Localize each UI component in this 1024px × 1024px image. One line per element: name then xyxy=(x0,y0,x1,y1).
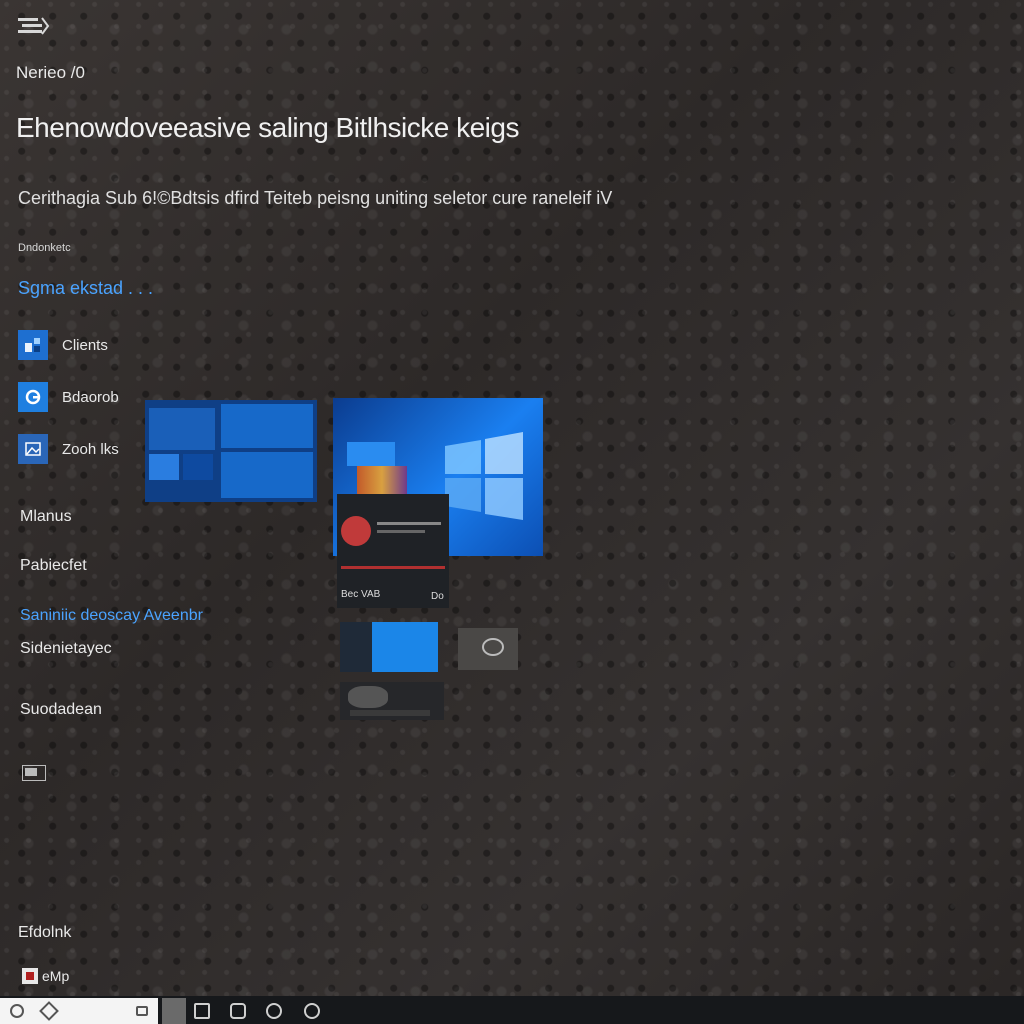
edge-taskbar-icon[interactable] xyxy=(304,1003,320,1019)
page-subtitle: Cerithagia Sub 6!©Bdtsis dfird Teiteb pe… xyxy=(18,188,613,208)
app-logo-icon xyxy=(16,14,50,38)
tile[interactable] xyxy=(149,408,215,450)
camera-icon xyxy=(482,638,504,656)
menu-item-sidenietayec[interactable]: Sidenietayec xyxy=(20,640,112,658)
tile[interactable] xyxy=(183,454,213,480)
app-item-zooh[interactable]: Zooh lks xyxy=(18,434,119,464)
menu-item-pabiecfet[interactable]: Pabiecfet xyxy=(20,557,87,575)
progress-bar xyxy=(341,566,445,569)
controls-bar xyxy=(350,710,430,716)
app-item-label: Clients xyxy=(62,336,108,354)
tile[interactable] xyxy=(372,622,438,672)
section-link[interactable]: Sgma ekstad . . . xyxy=(18,278,153,299)
image-shape xyxy=(348,686,388,708)
tile[interactable] xyxy=(221,404,313,448)
photos-icon xyxy=(18,434,48,464)
search-icon[interactable] xyxy=(10,1004,24,1018)
window-label: Bec VAB xyxy=(341,589,381,600)
app-grid-icon xyxy=(18,330,48,360)
window-label-right: Do xyxy=(431,591,444,602)
tile[interactable] xyxy=(149,454,179,480)
user-account[interactable]: eMp xyxy=(22,968,69,984)
preview-window[interactable]: Bec VAB Do xyxy=(337,494,449,608)
start-tiles-panel[interactable] xyxy=(145,400,317,502)
page-title: Ehenowdoveeasive saling Bitlhsicke keigs xyxy=(16,112,519,143)
menu-item-suodadean[interactable]: Suodadean xyxy=(20,701,102,719)
section-label: Dndonketc xyxy=(18,242,71,254)
app-item-label: Bdaorob xyxy=(62,388,119,406)
mic-icon[interactable] xyxy=(136,1006,148,1016)
menu-footer-label[interactable]: Efdolnk xyxy=(18,924,71,942)
tile[interactable] xyxy=(347,442,395,466)
menu-item-mlanus[interactable]: Mlanus xyxy=(20,508,72,526)
thumbnail-tile[interactable] xyxy=(340,682,444,720)
user-name: eMp xyxy=(42,968,70,984)
app-item-clients[interactable]: Clients xyxy=(18,330,108,360)
thumbnail-tile[interactable] xyxy=(458,628,518,670)
app-item-label: Zooh lks xyxy=(62,440,119,458)
tile[interactable] xyxy=(221,452,313,498)
app-name-label: Nerieo /0 xyxy=(16,63,85,82)
task-view-button[interactable] xyxy=(162,998,186,1024)
user-avatar-icon xyxy=(22,968,38,984)
edge-icon xyxy=(18,382,48,412)
record-icon xyxy=(341,516,371,546)
menu-link[interactable]: Saniniic deoscay Aveenbr xyxy=(20,607,203,625)
text-line xyxy=(377,530,425,533)
explorer-icon[interactable] xyxy=(230,1003,246,1019)
app-item-bdaorob[interactable]: Bdaorob xyxy=(18,382,119,412)
battery-icon xyxy=(22,765,46,781)
photo-tile[interactable] xyxy=(357,466,407,494)
media-tile[interactable] xyxy=(340,622,438,672)
windows-logo-icon xyxy=(445,432,523,520)
browser-icon[interactable] xyxy=(266,1003,282,1019)
text-line xyxy=(377,522,441,525)
store-icon[interactable] xyxy=(194,1003,210,1019)
